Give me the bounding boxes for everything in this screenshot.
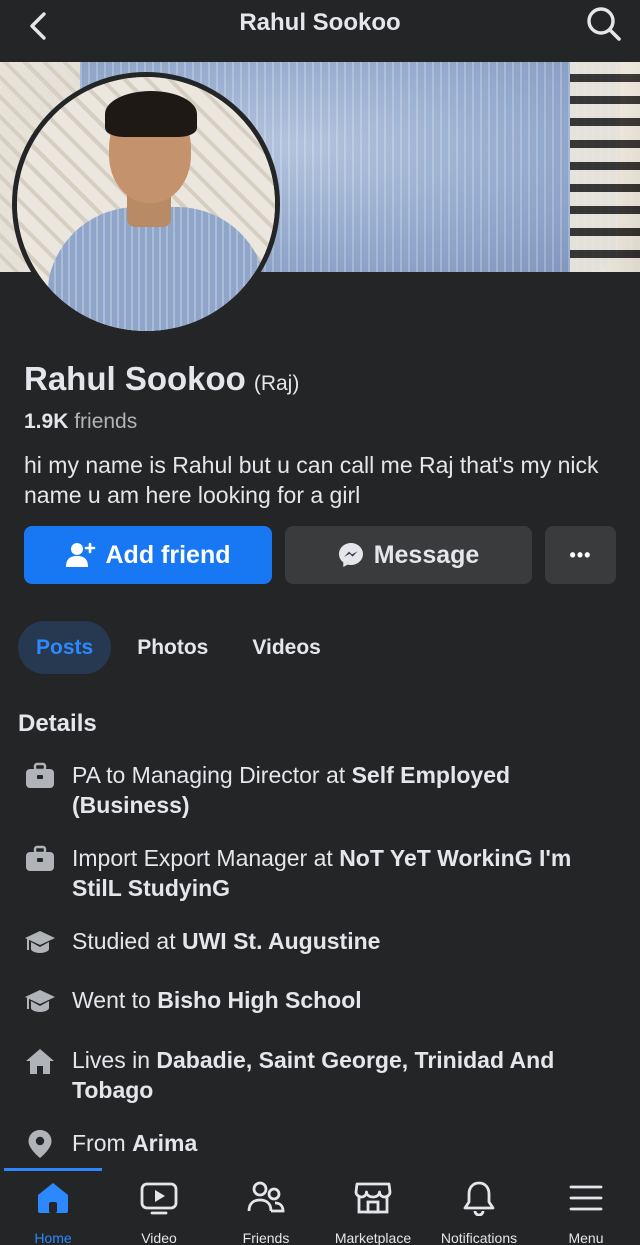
nav-label: Home (34, 1230, 72, 1245)
nav-notifications[interactable]: Notifications (426, 1180, 532, 1245)
detail-value[interactable]: Arima (132, 1130, 197, 1156)
profile-bio: hi my name is Rahul but u can call me Ra… (24, 452, 599, 508)
add-friend-icon (65, 542, 95, 567)
detail-work-1: PA to Managing Director at Self Employed… (24, 760, 624, 820)
home-icon (38, 1183, 68, 1213)
briefcase-icon (24, 760, 56, 792)
profile-tabs: Posts Photos Videos (18, 621, 339, 674)
menu-icon (569, 1185, 603, 1211)
add-friend-button[interactable]: Add friend (24, 526, 272, 584)
tab-posts[interactable]: Posts (18, 621, 112, 674)
detail-text: Lives in Dabadie, Saint George, Trinidad… (72, 1045, 624, 1105)
bell-icon (463, 1181, 495, 1216)
search-icon (587, 7, 621, 41)
detail-hometown: From Arima (24, 1128, 624, 1160)
profile-name-row: Rahul Sookoo (Raj) (24, 360, 299, 398)
location-pin-icon (24, 1128, 56, 1160)
message-button[interactable]: Message (285, 526, 532, 584)
detail-text: PA to Managing Director at Self Employed… (72, 760, 624, 820)
detail-education-2: Went to Bisho High School (24, 985, 624, 1017)
nav-label: Friends (242, 1230, 290, 1245)
details-heading: Details (18, 710, 97, 737)
add-friend-label: Add friend (105, 540, 231, 569)
nav-label: Notifications (440, 1230, 518, 1245)
detail-text: Studied at UWI St. Augustine (72, 926, 380, 958)
briefcase-icon (24, 843, 56, 875)
page-title: Rahul Sookoo (239, 9, 401, 36)
nav-label: Menu (568, 1230, 604, 1245)
friends-count-value: 1.9K (24, 410, 69, 433)
detail-education-1: Studied at UWI St. Augustine (24, 926, 624, 958)
search-button[interactable] (582, 2, 626, 46)
nav-menu[interactable]: Menu (533, 1180, 639, 1245)
friends-count-label: friends (74, 410, 138, 433)
nav-marketplace[interactable]: Marketplace (320, 1180, 426, 1245)
profile-picture[interactable] (12, 72, 280, 336)
active-tab-indicator (4, 1168, 102, 1171)
video-icon (140, 1182, 178, 1215)
detail-prefix: PA to Managing Director at (72, 762, 352, 788)
avatar-hair (105, 91, 197, 137)
home-icon (24, 1045, 56, 1077)
profile-alternate-name: (Raj) (253, 372, 300, 395)
message-label: Message (373, 540, 480, 569)
detail-text: Went to Bisho High School (72, 985, 362, 1017)
detail-value[interactable]: Bisho High School (157, 987, 361, 1013)
detail-text: Import Export Manager at NoT YeT WorkinG… (72, 843, 624, 903)
nav-label: Marketplace (334, 1230, 412, 1245)
friends-icon (247, 1181, 285, 1213)
detail-prefix: Studied at (72, 928, 182, 954)
friends-count[interactable]: 1.9K friends (24, 410, 137, 434)
cover-pattern-right (570, 62, 640, 272)
messenger-icon (338, 543, 363, 567)
detail-prefix: Went to (72, 987, 158, 1013)
detail-work-2: Import Export Manager at NoT YeT WorkinG… (24, 843, 624, 903)
nav-home[interactable]: Home (0, 1180, 106, 1245)
profile-name: Rahul Sookoo (24, 360, 246, 397)
detail-value[interactable]: UWI St. Augustine (182, 928, 380, 954)
tab-photos[interactable]: Photos (119, 621, 226, 674)
nav-video[interactable]: Video (106, 1180, 212, 1245)
detail-prefix: From (72, 1130, 133, 1156)
nav-label: Video (141, 1230, 177, 1245)
detail-current-city: Lives in Dabadie, Saint George, Trinidad… (24, 1045, 624, 1105)
more-options-button[interactable]: ••• (545, 526, 616, 584)
nav-friends[interactable]: Friends (213, 1180, 319, 1245)
top-bar: Rahul Sookoo (0, 0, 640, 62)
marketplace-icon (354, 1182, 392, 1214)
bottom-navigation: Home Video Friends Marketplace Notificat… (0, 1168, 640, 1245)
detail-text: From Arima (72, 1128, 197, 1160)
detail-prefix: Lives in (72, 1047, 157, 1073)
graduation-cap-icon (24, 985, 56, 1017)
graduation-cap-icon (24, 926, 56, 958)
detail-prefix: Import Export Manager at (72, 845, 340, 871)
tab-videos[interactable]: Videos (234, 621, 338, 674)
more-dots-icon: ••• (569, 544, 592, 565)
